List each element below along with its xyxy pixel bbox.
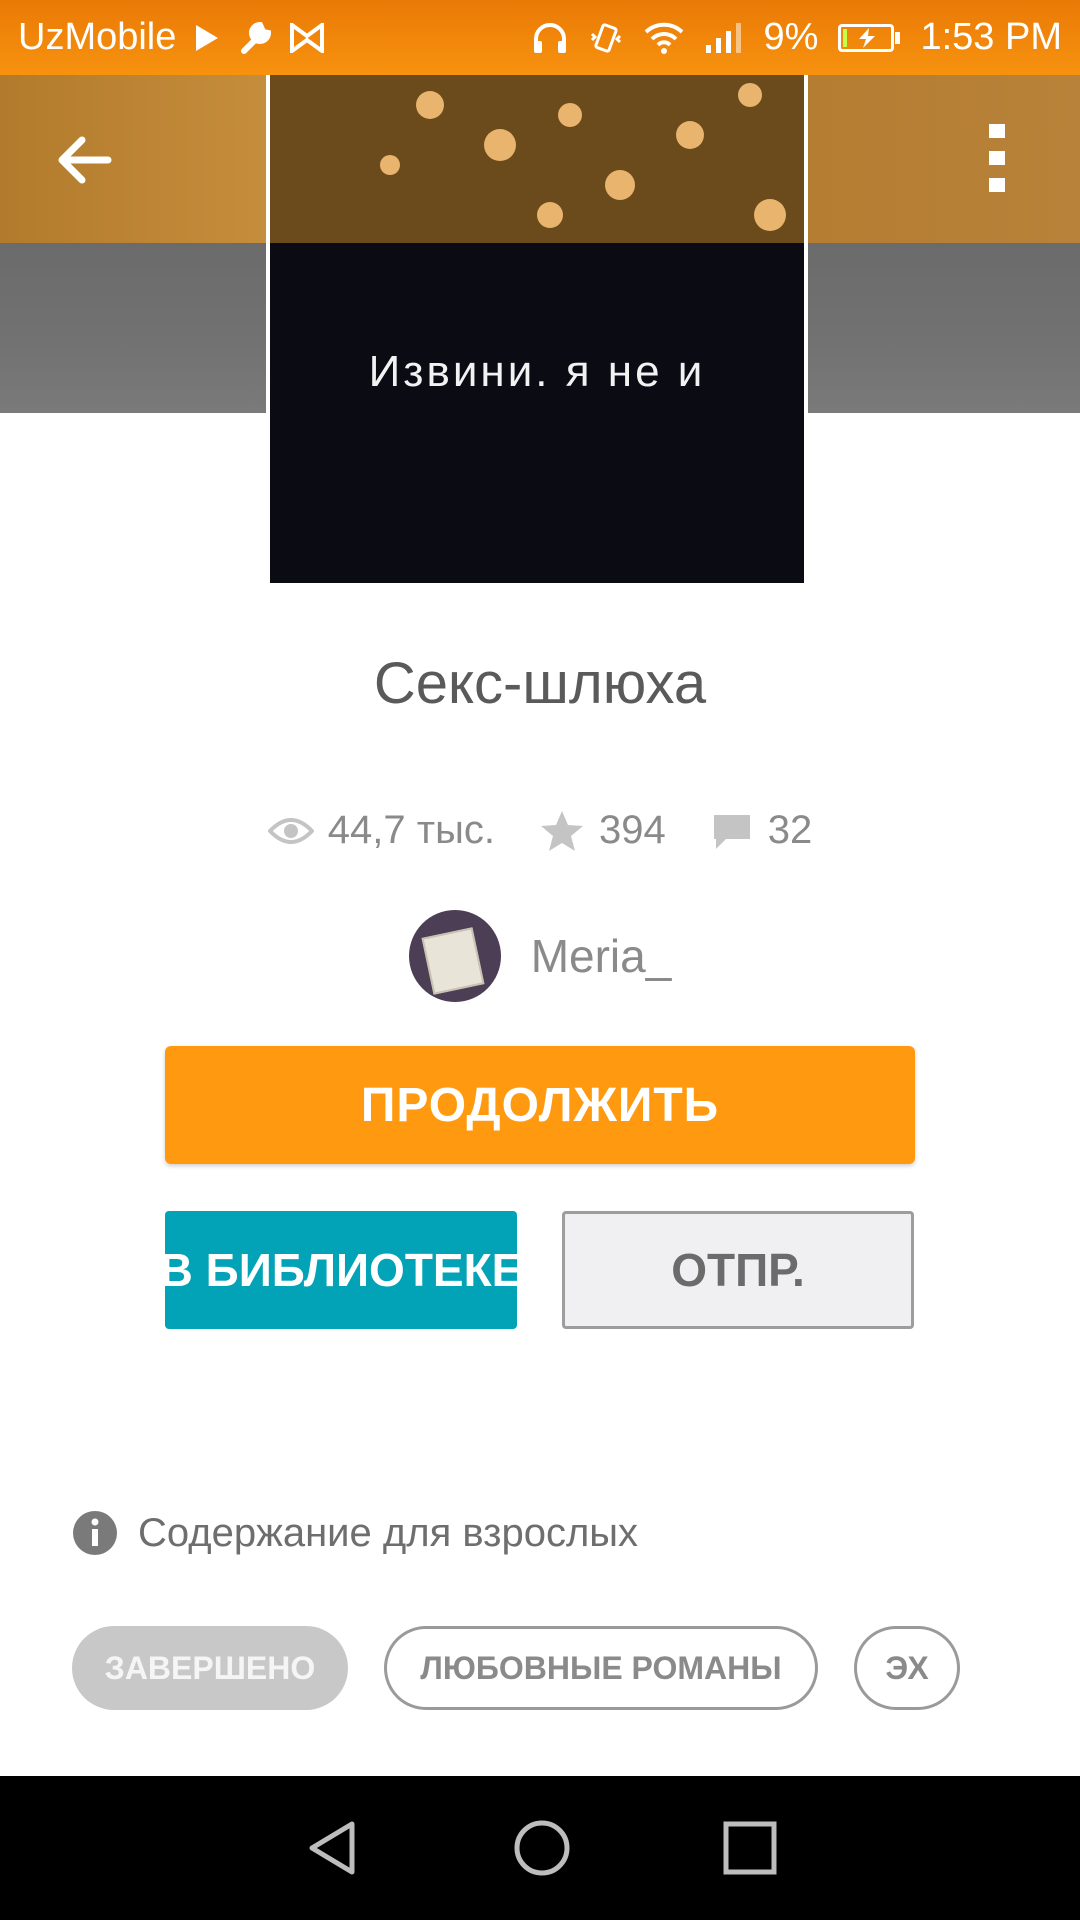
play-icon [194,18,220,58]
battery-percent: 9% [763,16,819,58]
star-icon [540,810,583,851]
signal-icon [704,18,744,58]
wrench-icon [238,18,272,58]
views-count: 44,7 тыс. [327,808,495,852]
tag-completed[interactable]: ЗАВЕРШЕНО [72,1626,348,1710]
library-button[interactable]: В БИБЛИОТЕКЕ [160,1211,522,1329]
cover-caption: Извини. я не и [368,347,706,396]
tag-eh[interactable]: ЭХ [854,1626,960,1710]
votes-count: 394 [598,808,666,852]
bowtie-icon [290,18,325,58]
comments-stat: 32 [710,808,813,853]
send-button[interactable]: ОТПР. [562,1211,914,1329]
wifi-icon [644,18,684,58]
headphones-icon [532,18,568,58]
story-title: Секс-шлюха [373,651,707,716]
vibrate-icon [588,18,624,58]
battery-level-fill [843,28,848,47]
clock: 1:53 PM [920,16,1062,58]
views-stat: 44,7 тыс. [267,808,495,853]
eye-icon [267,817,314,844]
author-avatar[interactable] [408,910,501,1002]
info-icon [73,1511,117,1555]
more-vertical-icon [989,124,1005,192]
carrier-name: UzMobile [18,16,177,58]
author-row[interactable]: Meria_ [0,910,1080,1002]
more-options-button[interactable] [985,122,1009,194]
status-bar: UzMobile 9% 1:53 PM [0,0,1080,75]
cover-flowers [270,75,804,243]
system-nav-bar [0,1776,1080,1920]
story-stats: 44,7 тыс. 394 32 [0,808,1080,853]
tag-list: ЗАВЕРШЕНО ЛЮБОВНЫЕ РОМАНЫ ЭХ [72,1626,960,1710]
comments-count: 32 [767,808,813,852]
comment-icon [713,814,750,849]
adult-content-label: Содержание для взрослых [138,1510,639,1555]
author-name[interactable]: Meria_ [531,929,672,983]
continue-button[interactable]: ПРОДОЛЖИТЬ [165,1046,915,1164]
adult-content-notice: Содержание для взрослых [72,1510,638,1556]
battery-charging-icon [838,23,901,52]
story-cover[interactable]: Извини. я не и [270,75,804,583]
nav-back-icon[interactable] [302,1818,362,1878]
tag-romance[interactable]: ЛЮБОВНЫЕ РОМАНЫ [384,1626,818,1710]
votes-stat: 394 [539,808,666,853]
nav-recents-icon[interactable] [722,1820,778,1876]
nav-home-icon[interactable] [512,1818,572,1878]
arrow-left-icon [58,136,112,184]
back-button[interactable] [50,130,120,190]
